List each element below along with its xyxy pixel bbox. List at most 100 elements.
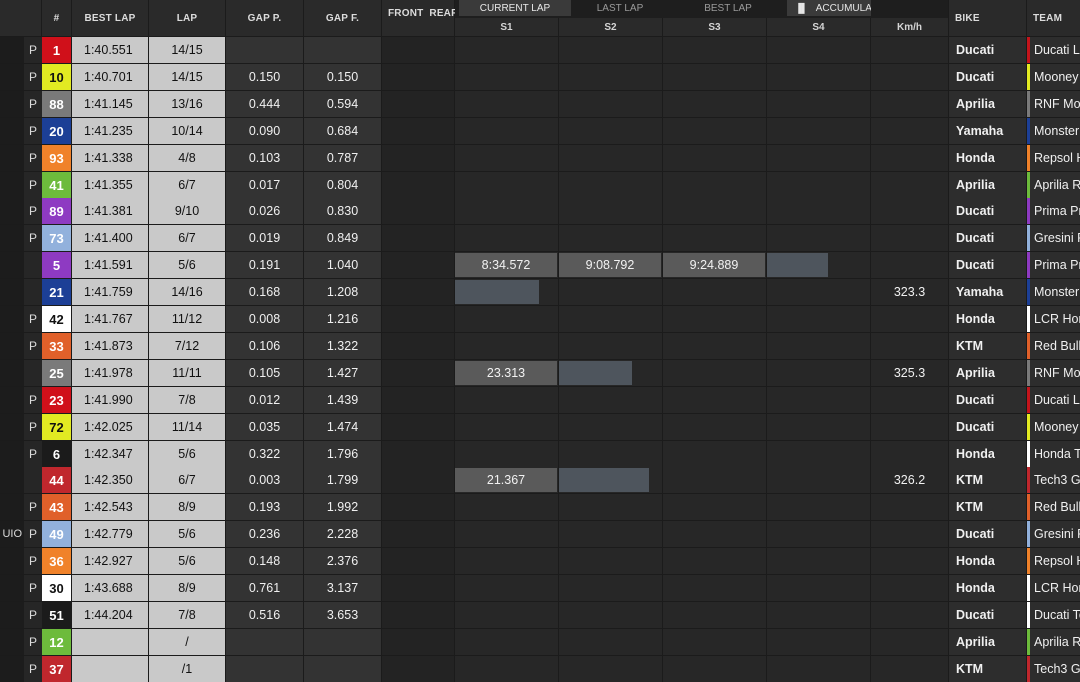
table-row[interactable]: P731:41.4006/70.0190.849 DucatiGresini Ra… — [0, 225, 1080, 251]
rider-number-badge[interactable]: 10 — [42, 64, 71, 90]
table-row[interactable]: P331:41.8737/120.1061.322 KTMRed Bull KTM — [0, 333, 1080, 359]
rider-name[interactable] — [0, 91, 24, 117]
sector-s3-cell — [663, 172, 766, 198]
best-lap-time: 1:41.759 — [72, 279, 148, 305]
rider-number-badge[interactable]: 37 — [42, 656, 71, 682]
header-team[interactable]: TEAM — [1027, 0, 1080, 36]
gap-previous: 0.008 — [226, 306, 303, 332]
table-row[interactable]: P891:41.3819/100.0260.830 DucatiPrima Pra… — [0, 198, 1080, 224]
rider-number-badge[interactable]: 93 — [42, 145, 71, 171]
table-row[interactable]: P11:40.55114/15 DucatiDucati Lenovo Team — [0, 37, 1080, 63]
rider-name[interactable] — [0, 467, 24, 493]
team-color-stripe — [1027, 306, 1030, 332]
best-lap-time: 1:41.978 — [72, 360, 148, 386]
lap-count: 13/16 — [149, 91, 225, 117]
rider-number-badge[interactable]: 41 — [42, 172, 71, 198]
table-row[interactable]: P37/1 KTMTech3 GASGAS — [0, 656, 1080, 682]
rider-name[interactable] — [0, 441, 24, 467]
rider-name[interactable] — [0, 333, 24, 359]
rider-name[interactable] — [0, 145, 24, 171]
rider-number-badge[interactable]: 5 — [42, 252, 71, 278]
pit-indicator: P — [24, 602, 42, 628]
rider-name[interactable] — [0, 360, 24, 386]
rider-number-badge[interactable]: 51 — [42, 602, 71, 628]
table-row[interactable]: P361:42.9275/60.1482.376 HondaRepsol Hond… — [0, 548, 1080, 574]
rider-name[interactable] — [0, 172, 24, 198]
rider-number-badge[interactable]: 49 — [42, 521, 71, 547]
bike-manufacturer: Ducati — [949, 64, 1026, 90]
best-lap-time — [72, 656, 148, 682]
table-row[interactable]: P 41 1:41.355 6/7 0.017 0.804 Aprilia Aprilia R… — [0, 172, 1080, 198]
rider-name[interactable] — [0, 64, 24, 90]
sector-s2-cell — [559, 225, 662, 251]
sector-progress-bar — [767, 253, 828, 277]
header-best-lap[interactable]: BEST LAP — [72, 0, 148, 36]
header-lap[interactable]: LAP — [149, 0, 225, 36]
team-color-stripe — [1027, 575, 1030, 601]
rider-number-badge[interactable]: 72 — [42, 414, 71, 440]
rider-name[interactable] — [0, 198, 24, 224]
table-row[interactable]: P101:40.70114/150.1500.150DucatiMooney V… — [0, 64, 1080, 90]
table-row[interactable]: P431:42.5438/90.1931.992 KTMRed Bull KTM — [0, 494, 1080, 520]
table-row[interactable]: P12 / ApriliaAprilia Racing — [0, 629, 1080, 655]
rider-name[interactable] — [0, 279, 24, 305]
table-row[interactable]: P881:41.14513/160.4440.594 ApriliaRNF Mot… — [0, 91, 1080, 117]
table-row[interactable]: 25 1:41.978 11/11 0.105 1.427 23.313 325.3 Apri… — [0, 360, 1080, 386]
rider-number-badge[interactable]: 21 — [42, 279, 71, 305]
pit-indicator — [24, 252, 42, 278]
rider-name[interactable] — [0, 494, 24, 520]
table-row[interactable]: P231:41.9907/80.0121.439 DucatiDucati Len… — [0, 387, 1080, 413]
header-bike[interactable]: BIKE — [949, 0, 1026, 36]
bike-manufacturer: Yamaha — [949, 118, 1026, 144]
rider-number-badge[interactable]: 73 — [42, 225, 71, 251]
rider-name[interactable] — [0, 306, 24, 332]
table-row[interactable]: 44 1:42.350 6/7 0.003 1.799 21.367 326.2 KTM Tec… — [0, 467, 1080, 493]
header-gap-previous[interactable]: GAP P. — [226, 0, 303, 36]
pit-indicator: P — [24, 629, 42, 655]
header-gap-first[interactable]: GAP F. — [304, 0, 381, 36]
table-row[interactable]: P511:44.2047/80.5163.653 DucatiDucati Tes… — [0, 602, 1080, 628]
table-row[interactable]: P301:43.6888/90.7613.137 HondaLCR Honda — [0, 575, 1080, 601]
rider-number-badge[interactable]: 36 — [42, 548, 71, 574]
table-row[interactable]: P721:42.02511/140.0351.474 DucatiMooney V… — [0, 414, 1080, 440]
rider-name[interactable] — [0, 548, 24, 574]
rider-number-badge[interactable]: 20 — [42, 118, 71, 144]
tab-last-lap[interactable]: LAST LAP — [567, 0, 673, 16]
table-row[interactable]: P931:41.3384/80.1030.787 HondaRepsol Hond… — [0, 145, 1080, 171]
gap-first: 0.684 — [304, 118, 381, 144]
tab-current-lap[interactable]: CURRENT LAP — [459, 0, 571, 16]
table-row[interactable]: P421:41.76711/120.0081.216 HondaLCR Honda — [0, 306, 1080, 332]
rider-number-badge[interactable]: 89 — [42, 198, 71, 224]
rider-name[interactable] — [0, 225, 24, 251]
table-row[interactable]: P61:42.3475/60.3221.796 HondaHonda Team — [0, 441, 1080, 467]
rider-number-badge[interactable]: 44 — [42, 467, 71, 493]
rider-name[interactable] — [0, 602, 24, 628]
rider-number-badge[interactable]: 6 — [42, 441, 71, 467]
rider-number-badge[interactable]: 1 — [42, 37, 71, 63]
rider-number-badge[interactable]: 12 — [42, 629, 71, 655]
rider-number-badge[interactable]: 43 — [42, 494, 71, 520]
sector-s3-cell — [663, 145, 766, 171]
rider-number-badge[interactable]: 33 — [42, 333, 71, 359]
top-speed — [871, 441, 948, 467]
rider-name[interactable] — [0, 252, 24, 278]
rider-name[interactable] — [0, 656, 24, 682]
table-row[interactable]: 21 1:41.759 14/16 0.168 1.208 323.3 Yamaha Mons… — [0, 279, 1080, 305]
table-row[interactable]: P 20 1:41.235 10/14 0.090 0.684 Yamaha Monster … — [0, 118, 1080, 144]
rider-name[interactable] — [0, 118, 24, 144]
rider-number-badge[interactable]: 30 — [42, 575, 71, 601]
tab-best-lap[interactable]: BEST LAP — [675, 0, 781, 16]
rider-name[interactable] — [0, 575, 24, 601]
table-row[interactable]: UIO P 49 1:42.779 5/6 0.236 2.228 Ducati Gresini… — [0, 521, 1080, 547]
rider-name[interactable] — [0, 629, 24, 655]
rider-number-badge[interactable]: 88 — [42, 91, 71, 117]
rider-number-badge[interactable]: 23 — [42, 387, 71, 413]
rider-name[interactable]: UIO — [0, 521, 24, 547]
rider-name[interactable] — [0, 414, 24, 440]
rider-number-badge[interactable]: 42 — [42, 306, 71, 332]
rider-name[interactable] — [0, 37, 24, 63]
bike-manufacturer: Honda — [949, 306, 1026, 332]
rider-number-badge[interactable]: 25 — [42, 360, 71, 386]
table-row[interactable]: 5 1:41.591 5/6 0.191 1.040 8:34.572 9:08.792 9:… — [0, 252, 1080, 278]
rider-name[interactable] — [0, 387, 24, 413]
